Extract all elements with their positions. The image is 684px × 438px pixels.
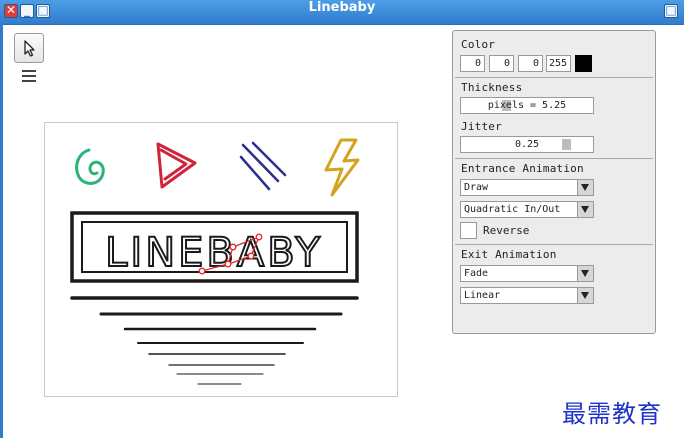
thickness-value: pixels = 5.25	[487, 100, 567, 111]
blue-slash-strokes	[239, 141, 287, 191]
gold-lightning-stroke	[324, 138, 360, 197]
entrance-type-value: Draw	[464, 182, 489, 193]
watermark-text: 最需教育	[562, 400, 662, 428]
green-spiral-stroke	[75, 148, 105, 185]
jitter-value: 0.25	[514, 139, 540, 150]
section-divider	[455, 158, 653, 159]
jitter-slider[interactable]: 0.25	[460, 136, 594, 153]
exit-easing-value: Linear	[464, 290, 501, 301]
window-left-edge	[0, 24, 3, 438]
linebaby-logo-text: LINEBABY	[105, 230, 323, 276]
cursor-arrow-icon	[24, 40, 35, 57]
section-divider	[455, 77, 653, 78]
restore-window-button[interactable]: □	[664, 3, 678, 18]
color-red-field[interactable]: 0	[460, 55, 485, 72]
chevron-down-icon	[577, 202, 593, 217]
title-bar: ✕ _ □ Linebaby □	[0, 0, 684, 25]
chevron-down-icon	[577, 180, 593, 195]
section-divider	[455, 244, 653, 245]
canvas-artwork: LINEBABY	[70, 138, 360, 385]
restore-icon: □	[665, 3, 677, 17]
color-blue-field[interactable]: 0	[518, 55, 543, 72]
jitter-slider-thumb[interactable]	[562, 139, 571, 150]
chevron-down-icon	[577, 288, 593, 303]
color-swatch[interactable]	[575, 55, 592, 72]
reverse-checkbox[interactable]	[460, 222, 477, 239]
exit-easing-select[interactable]: Linear	[460, 287, 594, 304]
window-title: Linebaby	[308, 0, 376, 15]
properties-panel: Color 0 0 0 255 Thickness pixels = 5.25 …	[452, 30, 656, 334]
select-tool-button[interactable]	[14, 33, 44, 63]
exit-animation-label: Exit Animation	[461, 248, 557, 261]
entrance-easing-value: Quadratic In/Out	[464, 204, 561, 215]
exit-type-value: Fade	[464, 268, 489, 279]
red-play-triangle-stroke	[156, 142, 197, 189]
thickness-label: Thickness	[461, 81, 523, 94]
color-alpha-field[interactable]: 255	[546, 55, 571, 72]
drawing-canvas[interactable]: LINEBABY	[44, 122, 398, 397]
entrance-animation-label: Entrance Animation	[461, 162, 584, 175]
ink-rule-lines	[70, 296, 359, 385]
color-label: Color	[461, 38, 496, 51]
entrance-easing-select[interactable]: Quadratic In/Out	[460, 201, 594, 218]
chevron-down-icon	[577, 266, 593, 281]
exit-type-select[interactable]: Fade	[460, 265, 594, 282]
thickness-slider[interactable]: pixels = 5.25	[460, 97, 594, 114]
color-green-field[interactable]: 0	[489, 55, 514, 72]
jitter-label: Jitter	[461, 120, 502, 133]
hamburger-menu-icon[interactable]	[22, 70, 36, 84]
reverse-label: Reverse	[483, 224, 530, 237]
entrance-type-select[interactable]: Draw	[460, 179, 594, 196]
